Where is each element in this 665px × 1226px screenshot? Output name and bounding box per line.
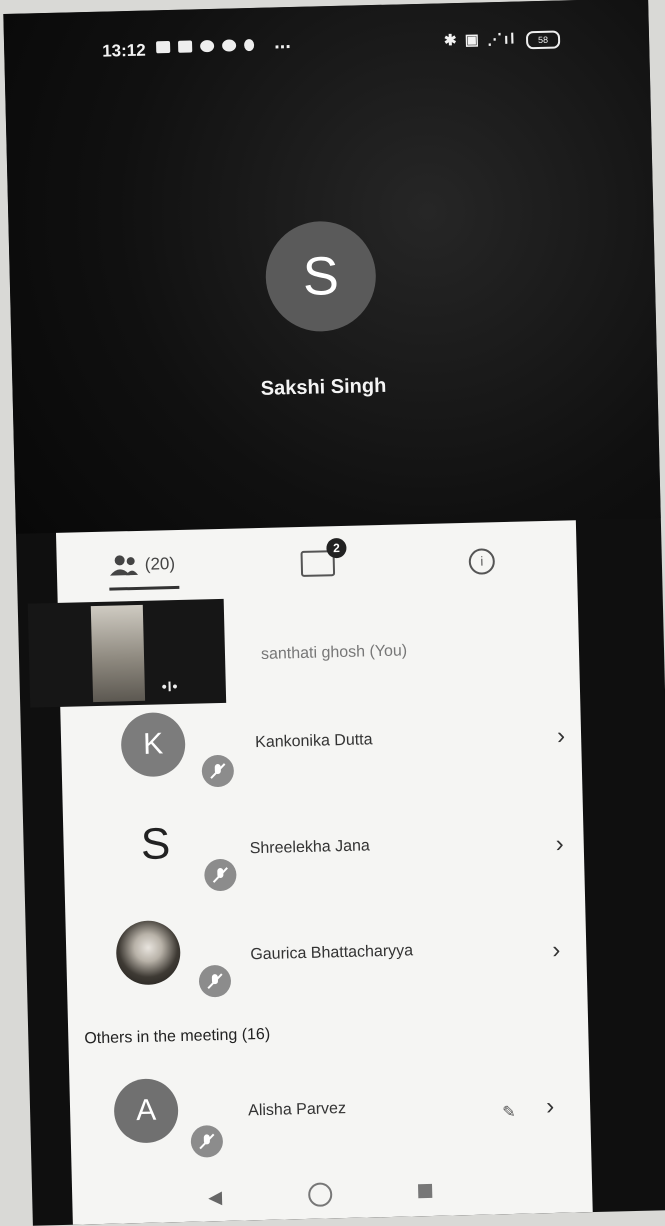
recents-icon[interactable] xyxy=(418,1183,433,1199)
tab-people[interactable]: (20) xyxy=(108,547,209,589)
participant-name: Alisha Parvez xyxy=(247,1100,347,1120)
pointer-icon: ✎ xyxy=(502,1103,516,1122)
chevron-right-icon[interactable]: › xyxy=(555,831,564,859)
people-icon xyxy=(110,555,139,576)
tab-bar: (20) 2 i xyxy=(56,520,578,603)
more-notifications: ... xyxy=(273,31,292,54)
phone-screen: 13:12 ... ✱ ▣ ⋰ıl 58 S Sakshi Singh (20) xyxy=(3,0,665,1226)
avatar: S xyxy=(140,819,171,869)
chat-badge: 2 xyxy=(326,537,347,559)
mic-off-icon xyxy=(201,754,235,788)
tab-chat[interactable]: 2 xyxy=(300,537,351,585)
participant-row[interactable]: K Kankonika Dutta › xyxy=(60,698,582,811)
video-stage: 13:12 ... ✱ ▣ ⋰ıl 58 S Sakshi Singh xyxy=(3,0,661,534)
battery-icon: 58 xyxy=(525,30,561,50)
tab-active-indicator xyxy=(109,585,180,591)
self-name: santhati ghosh (You) xyxy=(260,642,408,663)
tiktok-icon xyxy=(243,38,255,52)
message-icon xyxy=(156,40,171,54)
phone-icon xyxy=(221,39,237,52)
participant-row[interactable]: Gaurica Bhattacharyya › xyxy=(65,906,587,1019)
self-video-thumbnail xyxy=(90,604,146,703)
system-nav-bar: ◀ xyxy=(72,1170,593,1225)
avatar xyxy=(115,920,182,986)
mic-off-icon xyxy=(198,964,232,998)
status-time: 13:12 xyxy=(101,40,146,61)
tab-info[interactable]: i xyxy=(468,540,499,581)
home-icon[interactable] xyxy=(307,1182,333,1207)
speaker-name: Sakshi Singh xyxy=(260,374,387,400)
chevron-right-icon[interactable]: › xyxy=(546,1093,555,1121)
self-video-tile[interactable]: •I• xyxy=(27,598,227,708)
signal-icons: ✱ ▣ ⋰ıl xyxy=(443,30,517,50)
info-icon: i xyxy=(468,548,496,575)
message-icon xyxy=(177,40,193,53)
others-section-header: Others in the meeting (16) xyxy=(84,1025,271,1048)
chevron-right-icon[interactable]: › xyxy=(552,937,561,965)
audio-level-indicator: •I• xyxy=(161,677,179,695)
speaker-avatar[interactable]: S xyxy=(264,220,378,333)
people-count: (20) xyxy=(144,554,176,574)
chevron-right-icon[interactable]: › xyxy=(557,723,566,751)
participant-name: Kankonika Dutta xyxy=(254,731,373,752)
participant-row[interactable]: S Shreelekha Jana › xyxy=(63,802,585,915)
mic-off-icon xyxy=(204,858,237,892)
mic-off-icon xyxy=(190,1125,224,1158)
avatar: K xyxy=(120,711,186,778)
participant-name: Gaurica Bhattacharyya xyxy=(250,942,414,964)
chat-bubble-icon xyxy=(199,39,215,53)
participants-panel: (20) 2 i •I• santhati ghosh (You) K Kank… xyxy=(27,520,593,1225)
avatar: A xyxy=(113,1078,179,1144)
participant-name: Shreelekha Jana xyxy=(249,837,371,858)
back-icon[interactable]: ◀ xyxy=(208,1187,222,1208)
status-bar: 13:12 ... ✱ ▣ ⋰ıl 58 xyxy=(3,0,649,74)
